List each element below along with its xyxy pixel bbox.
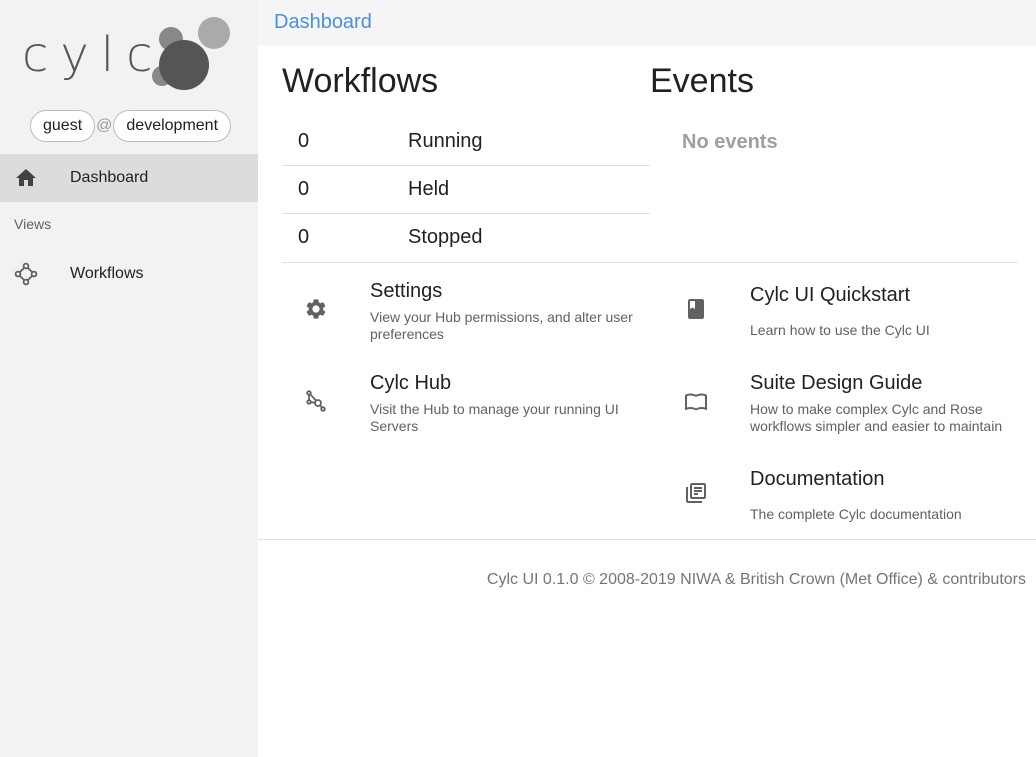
logo-circles-icon xyxy=(152,17,230,90)
user-chip[interactable]: guest xyxy=(30,110,96,142)
nav-label-dashboard: Dashboard xyxy=(70,169,149,186)
nav-item-dashboard[interactable]: Dashboard xyxy=(0,154,258,202)
table-row-running[interactable]: 0 Running xyxy=(282,118,650,166)
logo-text: cylc xyxy=(22,27,165,83)
documentation-title: Documentation xyxy=(750,468,885,490)
events-heading: Events xyxy=(650,62,754,100)
views-subheader: Views xyxy=(14,216,52,232)
user-info: guest @ development xyxy=(30,110,232,142)
sidebar: cylc guest @ development Dashboard Views xyxy=(0,0,258,757)
quickstart-link[interactable]: Cylc UI Quickstart Learn how to use the … xyxy=(662,278,1022,348)
stopped-count: 0 xyxy=(298,226,310,248)
cylc-hub-description: Visit the Hub to manage your running UI … xyxy=(370,401,619,434)
top-bar: Dashboard xyxy=(258,0,1036,46)
footer-text: Cylc UI 0.1.0 © 2008-2019 NIWA & British… xyxy=(486,571,1026,588)
hub-icon xyxy=(306,390,326,412)
running-label: Running xyxy=(408,130,483,152)
cylc-logo[interactable]: cylc xyxy=(22,16,236,92)
library-books-icon xyxy=(686,483,706,503)
gear-icon xyxy=(306,299,326,319)
workflows-summary-table: 0 Running 0 Held 0 Stopped xyxy=(282,118,650,262)
suite-design-guide-description: How to make complex Cylc and Rose workfl… xyxy=(750,401,1003,434)
at-symbol: @ xyxy=(96,117,113,134)
held-label: Held xyxy=(408,178,450,200)
environment-chip[interactable]: development xyxy=(113,110,232,142)
table-row-held[interactable]: 0 Held xyxy=(282,166,650,214)
main-content: Workflows 0 Running 0 Held 0 Stopped Eve… xyxy=(258,46,1036,757)
workflows-icon xyxy=(14,262,38,286)
open-book-icon xyxy=(685,393,707,411)
stopped-label: Stopped xyxy=(408,226,483,248)
running-count: 0 xyxy=(298,130,310,152)
quickstart-description: Learn how to use the Cylc UI xyxy=(750,322,930,338)
documentation-link[interactable]: Documentation The complete Cylc document… xyxy=(662,462,1022,532)
footer-divider xyxy=(258,539,1036,540)
nav-label-workflows: Workflows xyxy=(70,265,144,282)
suite-design-guide-link[interactable]: Suite Design Guide How to make complex C… xyxy=(662,370,1022,440)
cylc-hub-title: Cylc Hub xyxy=(370,372,452,394)
workflows-heading: Workflows xyxy=(282,62,439,100)
home-icon xyxy=(16,169,36,186)
quickstart-title: Cylc UI Quickstart xyxy=(750,284,911,306)
nav-item-workflows[interactable]: Workflows xyxy=(0,250,258,298)
settings-link[interactable]: Settings View your Hub permissions, and … xyxy=(282,278,642,348)
settings-title: Settings xyxy=(370,280,443,302)
documentation-description: The complete Cylc documentation xyxy=(750,506,962,522)
section-divider xyxy=(282,262,1018,263)
suite-design-guide-title: Suite Design Guide xyxy=(750,372,923,394)
table-row-stopped[interactable]: 0 Stopped xyxy=(282,214,650,262)
book-icon xyxy=(688,299,704,319)
settings-description: View your Hub permissions, and alter use… xyxy=(370,309,633,342)
cylc-hub-link[interactable]: Cylc Hub Visit the Hub to manage your ru… xyxy=(282,370,642,440)
no-events-text: No events xyxy=(682,131,778,153)
page-title: Dashboard xyxy=(274,11,372,33)
held-count: 0 xyxy=(298,178,310,200)
